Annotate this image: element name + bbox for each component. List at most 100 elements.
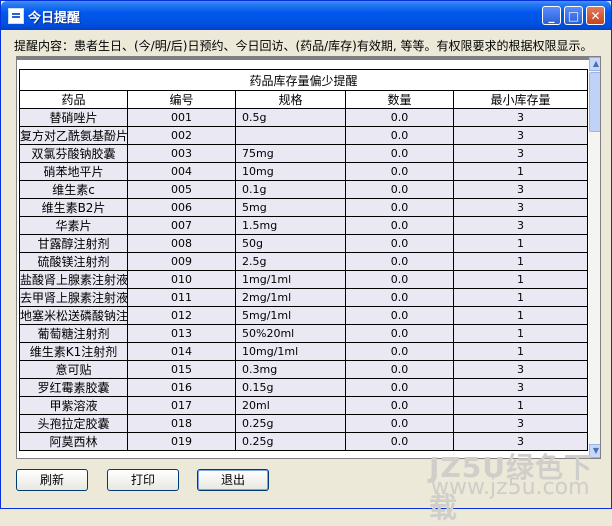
table-row[interactable]: 葡萄糖注射剂 013 50%20ml 0.0 1 [19, 324, 589, 343]
cell-code: 001 [127, 108, 236, 127]
cell-spec: 10mg/1ml [235, 342, 346, 361]
table-row[interactable]: 去甲肾上腺素注射液 011 2mg/1ml 0.0 1 [19, 288, 589, 307]
close-button[interactable]: ✕ [586, 6, 605, 25]
cell-code: 002 [127, 126, 236, 145]
column-header-spec: 规格 [235, 90, 346, 109]
watermark-url: www.jz5u.com [431, 475, 590, 500]
cell-spec: 10mg [235, 162, 346, 181]
cell-code: 015 [127, 360, 236, 379]
cell-drug-name: 维生素B2片 [19, 198, 128, 217]
cell-drug-name: 维生素c [19, 180, 128, 199]
maximize-button[interactable]: □ [564, 6, 583, 25]
exit-button[interactable]: 退出 [197, 469, 269, 491]
table-row[interactable]: 复方对乙酰氨基酚片 002 0.0 3 [19, 126, 589, 145]
window-icon [8, 8, 24, 24]
maximize-icon: □ [567, 9, 580, 23]
cell-min-stock: 1 [452, 396, 589, 415]
table-row[interactable]: 甘露醇注射剂 008 50g 0.0 1 [19, 234, 589, 253]
cell-code: 008 [127, 234, 236, 253]
cell-spec: 5mg [235, 198, 346, 217]
cell-drug-name: 地塞米松送磷酸钠注射液 [19, 306, 128, 325]
cell-drug-name: 复方对乙酰氨基酚片 [19, 126, 128, 145]
table-row[interactable]: 双氯芬酸钠胶囊 003 75mg 0.0 3 [19, 144, 589, 163]
column-header-code: 编号 [127, 90, 236, 109]
minimize-button[interactable]: _ [542, 6, 561, 25]
reminder-description: 提醒内容：患者生日、(今/明/后)日预约、今日回访、(药品/库存)有效期, 等等… [14, 39, 593, 53]
table-row[interactable]: 头孢拉定胶囊 018 0.25g 0.0 3 [19, 414, 589, 433]
cell-quantity: 0.0 [345, 378, 454, 397]
cell-code: 004 [127, 162, 236, 181]
table-row[interactable]: 甲紫溶液 017 20ml 0.0 1 [19, 396, 589, 415]
print-button[interactable]: 打印 [107, 469, 179, 491]
cell-quantity: 0.0 [345, 162, 454, 181]
cell-quantity: 0.0 [345, 144, 454, 163]
table-row[interactable]: 硝苯地平片 004 10mg 0.0 1 [19, 162, 589, 181]
cell-quantity: 0.0 [345, 360, 454, 379]
cell-code: 009 [127, 252, 236, 271]
cell-drug-name: 罗红霉素胶囊 [19, 378, 128, 397]
cell-quantity: 0.0 [345, 180, 454, 199]
table-row[interactable]: 维生素B2片 006 5mg 0.0 3 [19, 198, 589, 217]
cell-min-stock: 3 [452, 108, 589, 127]
cell-drug-name: 华素片 [19, 216, 128, 235]
cell-code: 012 [127, 306, 236, 325]
cell-min-stock: 3 [452, 414, 589, 433]
cell-drug-name: 意可贴 [19, 360, 128, 379]
scroll-thumb[interactable] [589, 72, 600, 132]
cell-min-stock: 3 [452, 126, 589, 145]
cell-quantity: 0.0 [345, 414, 454, 433]
reminder-window: 今日提醒 _ □ ✕ 提醒内容：患者生日、(今/明/后)日预约、今日回访、(药品… [0, 0, 612, 524]
table-row[interactable]: 替硝唑片 001 0.5g 0.0 3 [19, 108, 589, 127]
cell-spec: 0.25g [235, 432, 346, 451]
cell-min-stock: 1 [452, 342, 589, 361]
table-row[interactable]: 罗红霉素胶囊 016 0.15g 0.0 3 [19, 378, 589, 397]
cell-quantity: 0.0 [345, 126, 454, 145]
cell-spec: 50g [235, 234, 346, 253]
table-row[interactable]: 盐酸肾上腺素注射液 010 1mg/1ml 0.0 1 [19, 270, 589, 289]
table-row[interactable]: 维生素c 005 0.1g 0.0 3 [19, 180, 589, 199]
cell-drug-name: 头孢拉定胶囊 [19, 414, 128, 433]
cell-drug-name: 双氯芬酸钠胶囊 [19, 144, 128, 163]
cell-quantity: 0.0 [345, 270, 454, 289]
table-row[interactable]: 维生素K1注射剂 014 10mg/1ml 0.0 1 [19, 342, 589, 361]
cell-spec: 2.5g [235, 252, 346, 271]
reminder-grid[interactable]: 药品库存量偏少提醒 药品 编号 规格 数量 最小库存量 替硝唑片 001 0.5g 0.0 3 复… [16, 56, 601, 459]
cell-spec: 5mg/1ml [235, 306, 346, 325]
cell-drug-name: 硝苯地平片 [19, 162, 128, 181]
cell-spec: 75mg [235, 144, 346, 163]
cell-drug-name: 甘露醇注射剂 [19, 234, 128, 253]
scroll-up-button[interactable]: ▲ [589, 57, 600, 71]
cell-spec: 50%20ml [235, 324, 346, 343]
cell-min-stock: 3 [452, 360, 589, 379]
cell-quantity: 0.0 [345, 288, 454, 307]
table-row[interactable]: 华素片 007 1.5mg 0.0 3 [19, 216, 589, 235]
grid-table-area: 药品库存量偏少提醒 药品 编号 规格 数量 最小库存量 替硝唑片 001 0.5g 0.0 3 复… [18, 69, 589, 458]
cell-drug-name: 去甲肾上腺素注射液 [19, 288, 128, 307]
cell-quantity: 0.0 [345, 234, 454, 253]
cell-code: 006 [127, 198, 236, 217]
cell-drug-name: 盐酸肾上腺素注射液 [19, 270, 128, 289]
title-bar[interactable]: 今日提醒 _ □ ✕ [1, 1, 611, 30]
cell-spec [235, 126, 346, 145]
vertical-scrollbar[interactable]: ▲ ▼ [589, 57, 600, 458]
cell-code: 014 [127, 342, 236, 361]
stock-table: 药品库存量偏少提醒 药品 编号 规格 数量 最小库存量 替硝唑片 001 0.5g 0.0 3 复… [18, 69, 589, 451]
cell-code: 013 [127, 324, 236, 343]
table-row[interactable]: 地塞米松送磷酸钠注射液0125mg/1ml0.01 [19, 306, 589, 325]
cell-code: 018 [127, 414, 236, 433]
cell-min-stock: 3 [452, 378, 589, 397]
cell-quantity: 0.0 [345, 306, 454, 325]
close-icon: ✕ [590, 9, 601, 23]
column-header-quantity: 数量 [345, 90, 454, 109]
cell-spec: 2mg/1ml [235, 288, 346, 307]
cell-min-stock: 3 [452, 216, 589, 235]
refresh-button[interactable]: 刷新 [16, 469, 88, 491]
cell-code: 016 [127, 378, 236, 397]
cell-spec: 1mg/1ml [235, 270, 346, 289]
cell-min-stock: 3 [452, 180, 589, 199]
cell-code: 011 [127, 288, 236, 307]
table-row[interactable]: 硫酸镁注射剂 009 2.5g 0.0 1 [19, 252, 589, 271]
table-row[interactable]: 意可贴 015 0.3mg 0.0 3 [19, 360, 589, 379]
cell-code: 019 [127, 432, 236, 451]
cell-min-stock: 1 [452, 270, 589, 289]
